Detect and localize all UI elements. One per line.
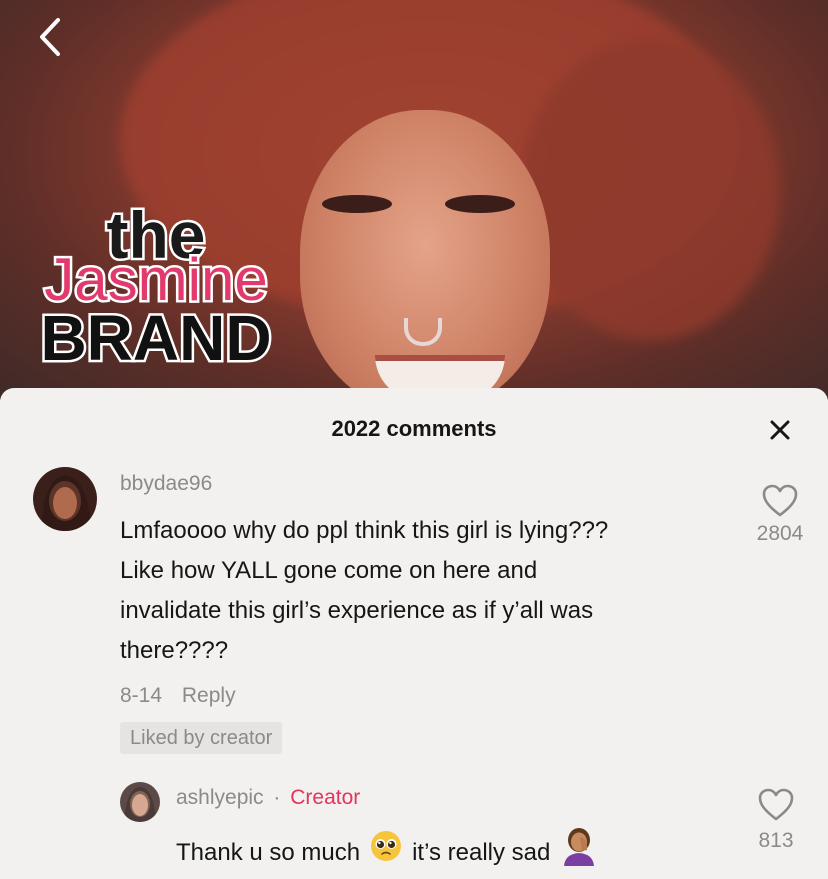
reply-username[interactable]: ashlyepic: [176, 786, 264, 809]
watermark-logo: the Jasmine BRAND: [38, 200, 274, 375]
comment-date: 8-14: [120, 684, 163, 707]
reply-like-button[interactable]: [758, 788, 794, 827]
reply-button[interactable]: Reply: [182, 684, 236, 707]
eye: [322, 195, 392, 213]
avatar[interactable]: [33, 467, 97, 531]
back-chevron-icon: [40, 18, 60, 56]
reply-username-row: ashlyepic · Creator: [176, 786, 360, 810]
separator-dot: ·: [273, 786, 281, 809]
comment-text-line: Lmfaoooo why do ppl think this girl is l…: [120, 517, 609, 544]
comments-count-title: 2022 comments: [331, 416, 497, 441]
reply-like-count: 813: [758, 829, 794, 852]
like-button[interactable]: [762, 484, 798, 523]
close-button[interactable]: [762, 412, 798, 448]
heart-outline-icon: [762, 484, 798, 517]
reply-avatar[interactable]: [120, 782, 160, 822]
comment-username[interactable]: bbydae96: [120, 472, 212, 496]
hair-shape: [520, 40, 780, 340]
reply-text: Thank u so much it’s really sad: [176, 826, 598, 879]
comment-text-line: invalidate this girl’s experience as if …: [120, 597, 594, 624]
comment-text-line: Like how YALL gone come on here and: [120, 557, 538, 584]
avatar-image: [33, 467, 97, 531]
close-icon: [770, 420, 790, 440]
facepalm-emoji-icon: [560, 826, 598, 879]
heart-outline-icon: [758, 788, 794, 821]
like-count: 2804: [756, 522, 804, 545]
comment-meta: 8-14 Reply: [120, 684, 236, 708]
eye: [445, 195, 515, 213]
back-button[interactable]: [30, 14, 70, 60]
creator-label: Creator: [290, 786, 361, 809]
reply-avatar-image: [120, 782, 160, 822]
reply-text-start: Thank u so much: [176, 838, 361, 866]
comment-text: Lmfaoooo why do ppl think this girl is l…: [120, 511, 608, 671]
comment-text-line: there????: [120, 637, 229, 664]
reply-text-end: it’s really sad: [412, 838, 551, 866]
liked-by-creator-badge: Liked by creator: [120, 722, 283, 754]
pleading-face-emoji-icon: [370, 830, 402, 875]
watermark-line-3: BRAND: [40, 302, 271, 374]
